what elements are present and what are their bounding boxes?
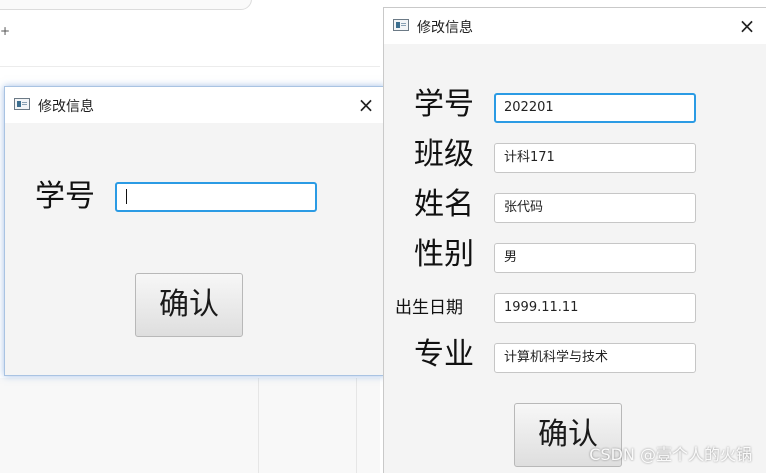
background-mark: +: [0, 24, 11, 38]
background-divider: [258, 378, 259, 473]
class-label: 班级: [414, 137, 474, 172]
watermark: CSDN @壹个人的火锅: [589, 445, 752, 464]
major-label: 专业: [414, 337, 474, 372]
gender-label: 性别: [414, 237, 474, 272]
student-id-input[interactable]: [115, 182, 317, 212]
birth-date-input[interactable]: 1999.11.11: [494, 293, 696, 323]
edit-info-dialog-small: 修改信息 × 学号 确认: [4, 86, 386, 376]
window-title: 修改信息: [38, 99, 94, 115]
app-window-icon: [14, 98, 30, 110]
titlebar[interactable]: 修改信息 ×: [384, 8, 766, 44]
close-icon[interactable]: ×: [355, 94, 377, 116]
background-app-panel: [0, 378, 380, 473]
name-label: 姓名: [414, 187, 474, 222]
name-input[interactable]: 张代码: [494, 193, 696, 223]
confirm-button[interactable]: 确认: [135, 273, 243, 337]
edit-info-dialog-large: 修改信息 × 学号 202201 班级 计科171 姓名 张代码 性别 男 出生…: [383, 7, 766, 473]
window-title: 修改信息: [417, 20, 473, 36]
close-icon[interactable]: ×: [736, 15, 758, 37]
student-id-input[interactable]: 202201: [494, 93, 696, 123]
class-input[interactable]: 计科171: [494, 143, 696, 173]
background-app-header: +: [0, 0, 380, 67]
student-id-label: 学号: [35, 179, 95, 214]
background-divider: [356, 378, 357, 473]
student-id-label: 学号: [414, 87, 474, 122]
titlebar[interactable]: 修改信息 ×: [5, 87, 385, 123]
text-caret: [126, 189, 127, 204]
birth-date-label: 出生日期: [395, 298, 463, 318]
major-input[interactable]: 计算机科学与技术: [494, 343, 696, 373]
background-search-pill[interactable]: [0, 0, 252, 10]
app-window-icon: [393, 19, 409, 31]
gender-input[interactable]: 男: [494, 243, 696, 273]
